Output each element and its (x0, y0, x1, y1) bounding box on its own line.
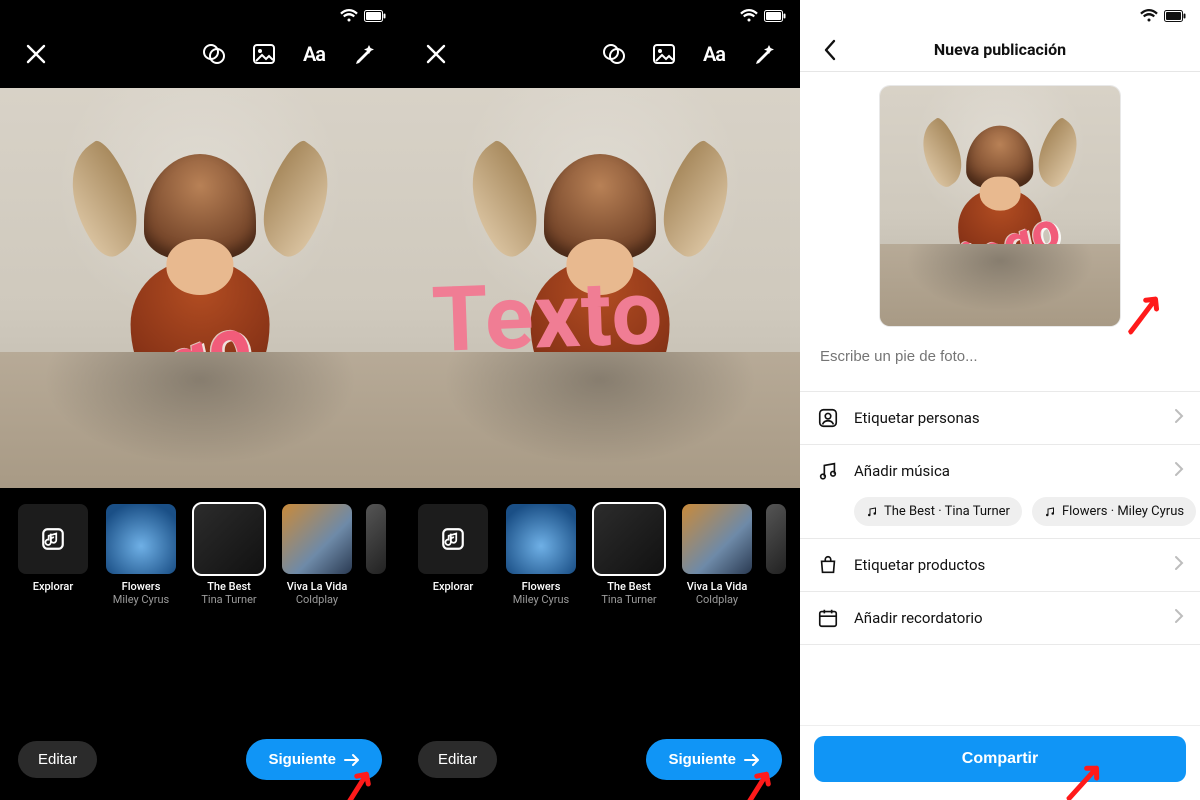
music-item-2[interactable]: Viva La Vida Coldplay (278, 504, 356, 606)
status-bar (0, 0, 400, 28)
photo-canvas[interactable]: Vikingo (0, 88, 400, 488)
music-suggestion-chips: The Best · Tina Turner Flowers · Miley C… (800, 497, 1200, 539)
chevron-right-icon (1174, 461, 1184, 481)
music-note-icon (866, 506, 878, 518)
person-tag-icon (816, 406, 840, 430)
wifi-icon (740, 9, 758, 23)
edit-button[interactable]: Editar (418, 741, 497, 778)
editor-toolbar: Aa (400, 28, 800, 88)
edit-button[interactable]: Editar (18, 741, 97, 778)
filter-icon[interactable] (596, 36, 632, 72)
photo-subject (488, 119, 712, 471)
row-tag-people[interactable]: Etiquetar personas (800, 392, 1200, 445)
wifi-icon (340, 9, 358, 23)
photo-canvas[interactable]: Texto (400, 88, 800, 488)
music-chip-1[interactable]: Flowers · Miley Cyrus (1032, 497, 1196, 526)
back-button[interactable] (812, 28, 848, 72)
music-note-icon (1044, 506, 1056, 518)
photo-subject (88, 119, 312, 471)
music-chip-0[interactable]: The Best · Tina Turner (854, 497, 1022, 526)
callout-arrow (1116, 286, 1174, 337)
music-item-1[interactable]: The Best Tina Turner (190, 504, 268, 606)
effects-icon[interactable] (746, 36, 782, 72)
calendar-icon (816, 606, 840, 630)
row-add-music[interactable]: Añadir música (800, 445, 1200, 497)
music-item-1[interactable]: The Best Tina Turner (590, 504, 668, 606)
music-item-0[interactable]: Flowers Miley Cyrus (502, 504, 580, 606)
editor-toolbar: Aa (0, 28, 400, 88)
battery-icon (364, 10, 386, 22)
shopping-bag-icon (816, 553, 840, 577)
status-bar (400, 0, 800, 28)
page-title: Nueva publicación (934, 40, 1066, 59)
music-explore[interactable]: Explorar (414, 504, 492, 606)
text-tool-icon[interactable]: Aa (296, 36, 332, 72)
new-post-panel: Nueva publicación Vikingo (800, 0, 1200, 800)
music-explore[interactable]: Explorar (14, 504, 92, 606)
row-tag-products[interactable]: Etiquetar productos (800, 539, 1200, 592)
close-icon[interactable] (418, 36, 454, 72)
share-button[interactable]: Compartir (814, 736, 1186, 782)
image-icon[interactable] (646, 36, 682, 72)
music-explore-label: Explorar (414, 580, 492, 593)
close-icon[interactable] (18, 36, 54, 72)
share-bar: Compartir (800, 725, 1200, 800)
music-item-more[interactable] (766, 504, 786, 606)
music-picker-row: Explorar Flowers Miley Cyrus The Best Ti… (0, 488, 400, 612)
editor-panel-1: Aa Vikingo Explorar (0, 0, 400, 800)
next-button[interactable]: Siguiente (246, 739, 382, 780)
music-explore-label: Explorar (14, 580, 92, 593)
post-preview[interactable]: Vikingo (880, 86, 1120, 326)
music-item-2[interactable]: Viva La Vida Coldplay (678, 504, 756, 606)
music-picker-row: Explorar Flowers Miley Cyrus The Best Ti… (400, 488, 800, 612)
chevron-right-icon (1174, 608, 1184, 628)
next-button[interactable]: Siguiente (646, 739, 782, 780)
image-icon[interactable] (246, 36, 282, 72)
photo-subject (933, 105, 1067, 316)
music-item-more[interactable] (366, 504, 386, 606)
post-options-list: Etiquetar personas Añadir música The Bes… (800, 391, 1200, 645)
chevron-right-icon (1174, 555, 1184, 575)
text-tool-icon[interactable]: Aa (696, 36, 732, 72)
chevron-right-icon (1174, 408, 1184, 428)
music-item-0[interactable]: Flowers Miley Cyrus (102, 504, 180, 606)
battery-icon (1164, 10, 1186, 22)
editor-bottom-bar: Editar Siguiente (400, 739, 800, 780)
editor-panel-2: Aa Texto Explorar (400, 0, 800, 800)
editor-bottom-bar: Editar Siguiente (0, 739, 400, 780)
arrow-right-icon (744, 753, 760, 767)
arrow-right-icon (344, 753, 360, 767)
battery-icon (764, 10, 786, 22)
page-header: Nueva publicación (800, 28, 1200, 72)
status-bar (800, 0, 1200, 28)
wifi-icon (1140, 9, 1158, 23)
music-note-icon (816, 459, 840, 483)
effects-icon[interactable] (346, 36, 382, 72)
caption-input[interactable] (800, 330, 1200, 391)
filter-icon[interactable] (196, 36, 232, 72)
row-add-reminder[interactable]: Añadir recordatorio (800, 592, 1200, 645)
